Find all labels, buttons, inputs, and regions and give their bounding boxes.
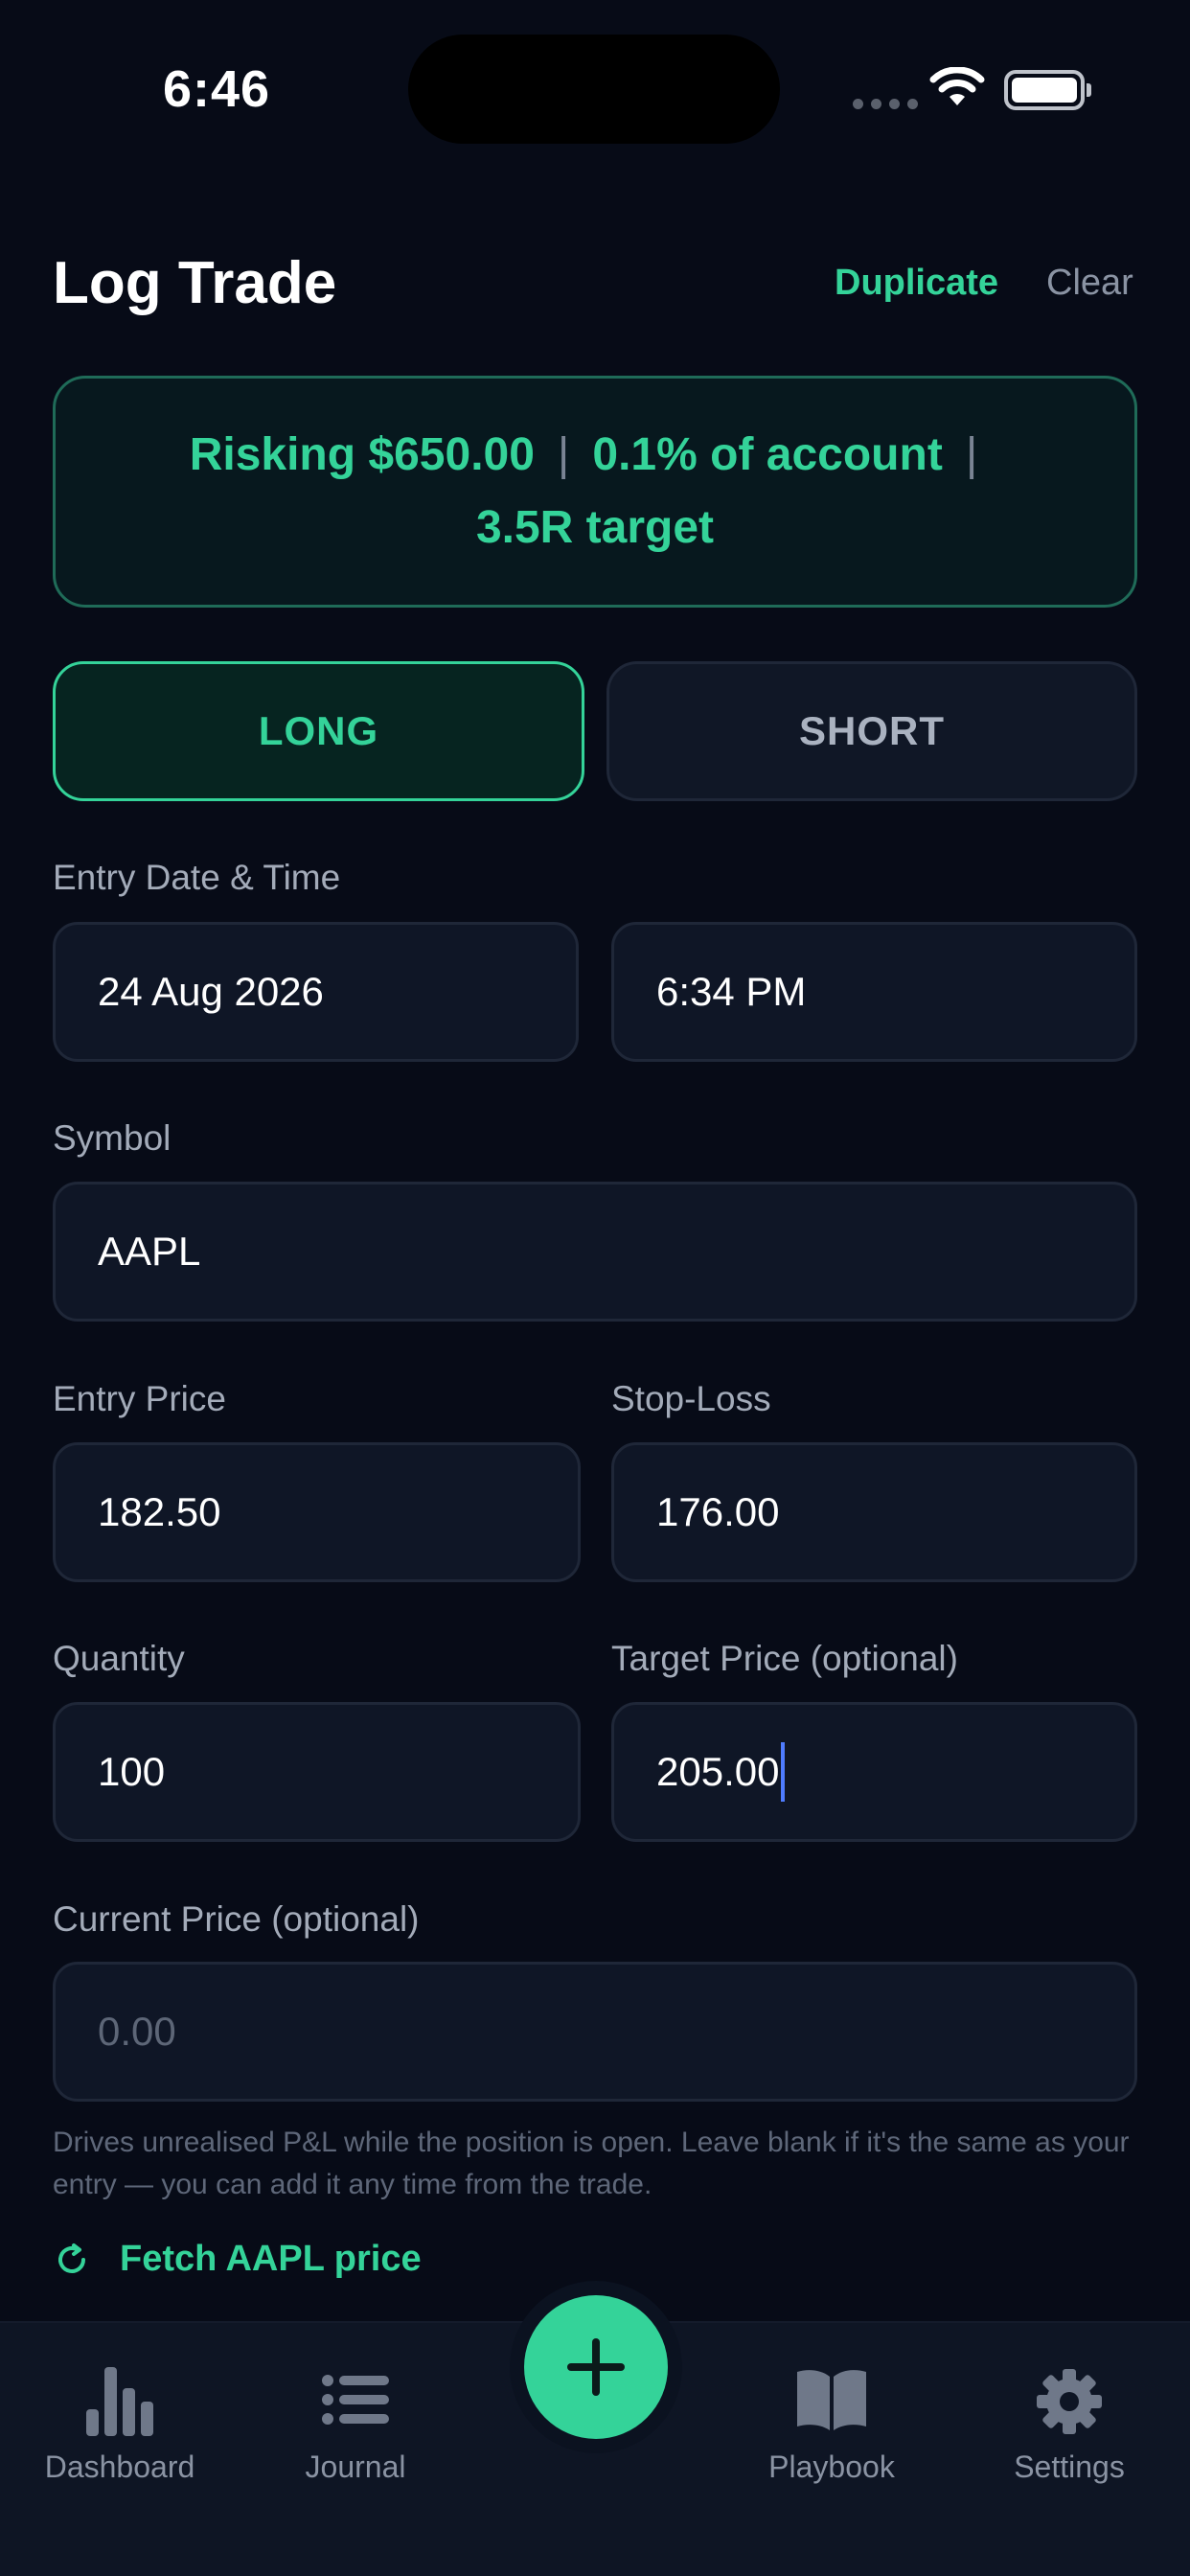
risk-line-1: Risking $650.00 | 0.1% of account | — [190, 419, 1001, 492]
tab-settings-label: Settings — [1014, 2450, 1125, 2484]
text-caret — [781, 1742, 786, 1802]
separator: | — [965, 429, 978, 480]
book-icon — [797, 2370, 866, 2430]
target-price-label: Target Price (optional) — [611, 1639, 958, 1678]
tab-playbook[interactable]: Playbook — [757, 2363, 906, 2485]
gear-icon — [1037, 2369, 1102, 2434]
tab-settings[interactable]: Settings — [1002, 2363, 1136, 2485]
current-price-input[interactable]: 0.00 — [53, 1962, 1137, 2102]
battery-icon — [1004, 70, 1091, 110]
cellular-signal-icon — [853, 99, 918, 109]
dynamic-island — [408, 34, 780, 144]
target-price-value: 205.00 — [656, 1749, 780, 1794]
risk-percent: 0.1% of account — [592, 429, 943, 480]
tab-dashboard[interactable]: Dashboard — [38, 2363, 201, 2485]
entry-time-field[interactable]: 6:34 PM — [611, 922, 1137, 1062]
tab-journal-label: Journal — [305, 2450, 406, 2484]
symbol-label: Symbol — [53, 1118, 172, 1158]
entry-price-label: Entry Price — [53, 1379, 226, 1418]
wifi-icon — [929, 67, 985, 105]
page-title: Log Trade — [53, 250, 337, 316]
current-price-label: Current Price (optional) — [53, 1899, 420, 1939]
bar-chart-icon — [86, 2367, 153, 2436]
refresh-icon — [58, 2242, 85, 2273]
quantity-label: Quantity — [53, 1639, 185, 1678]
entry-date-field[interactable]: 24 Aug 2026 — [53, 922, 579, 1062]
risk-summary-banner: Risking $650.00 | 0.1% of account | 3.5R ta… — [53, 376, 1137, 608]
tab-dashboard-label: Dashboard — [44, 2450, 195, 2484]
long-toggle-button[interactable]: LONG — [53, 661, 584, 801]
log-trade-screen: 6:46 Log Trade Duplicate Clear Risking $… — [0, 0, 1190, 2576]
symbol-input[interactable]: AAPL — [53, 1182, 1137, 1322]
quantity-input[interactable]: 100 — [53, 1702, 581, 1842]
entry-price-input[interactable]: 182.50 — [53, 1442, 581, 1582]
add-trade-fab[interactable] — [524, 2295, 668, 2439]
target-price-input[interactable]: 205.00 — [611, 1702, 1137, 1842]
risk-target: 3.5R target — [475, 502, 715, 553]
risk-amount: Risking $650.00 — [189, 429, 535, 480]
stop-loss-label: Stop-Loss — [611, 1379, 771, 1418]
list-icon — [322, 2375, 389, 2425]
stop-loss-input[interactable]: 176.00 — [611, 1442, 1137, 1582]
current-price-helper-text: Drives unrealised P&L while the position… — [53, 2127, 1130, 2200]
tab-journal[interactable]: Journal — [287, 2363, 423, 2485]
status-time: 6:46 — [163, 60, 271, 118]
fetch-price-label: Fetch AAPL price — [120, 2239, 422, 2279]
separator: | — [557, 429, 570, 480]
entry-datetime-label: Entry Date & Time — [53, 858, 341, 897]
fetch-price-button[interactable]: Fetch AAPL price — [53, 2239, 422, 2280]
duplicate-button[interactable]: Duplicate — [835, 263, 998, 304]
clear-button[interactable]: Clear — [1046, 263, 1133, 304]
plus-icon — [567, 2338, 625, 2396]
short-toggle-button[interactable]: SHORT — [606, 661, 1137, 801]
tab-playbook-label: Playbook — [768, 2450, 895, 2484]
